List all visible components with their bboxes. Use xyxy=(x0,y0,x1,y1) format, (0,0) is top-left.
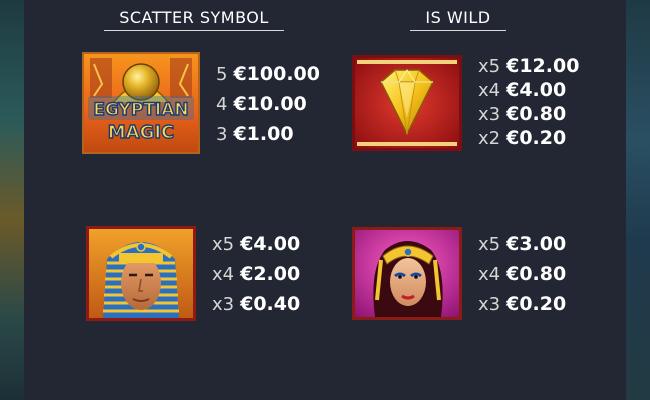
pay-amount: €4.00 xyxy=(240,233,301,255)
pay-amount: €10.00 xyxy=(233,93,307,115)
pay-count: x3 xyxy=(478,294,501,315)
pay-row: x2 €0.20 xyxy=(478,126,579,150)
pharaoh-paytable: x5 €4.00 x4 €2.00 x3 €0.40 xyxy=(212,229,300,319)
pay-row: x5 €4.00 xyxy=(212,229,300,259)
pay-row: x5 €3.00 xyxy=(478,229,566,259)
pay-count: x5 xyxy=(478,234,501,255)
paytable-panel: SCATTER SYMBOL IS WILD EGYPTIAN MAGIC 5 … xyxy=(24,0,626,400)
is-wild-heading: IS WILD xyxy=(410,8,506,31)
game-background-right xyxy=(626,0,650,400)
pay-count: x4 xyxy=(478,264,501,285)
pay-count: 3 xyxy=(216,124,228,145)
pay-count: x5 xyxy=(212,234,235,255)
egyptian-queen-icon xyxy=(352,227,462,320)
pay-amount: €0.20 xyxy=(506,293,567,315)
pay-count: 5 xyxy=(216,64,228,85)
pay-count: x3 xyxy=(478,104,501,125)
pay-row: x4 €4.00 xyxy=(478,78,579,102)
pay-row: 4 €10.00 xyxy=(216,89,320,119)
wild-paytable: x5 €12.00 x4 €4.00 x3 €0.80 x2 €0.20 xyxy=(478,54,579,150)
pay-count: x5 xyxy=(478,56,501,77)
pay-row: x3 €0.80 xyxy=(478,102,579,126)
pay-amount: €0.20 xyxy=(506,127,567,149)
pay-count: x4 xyxy=(212,264,235,285)
pay-row: 5 €100.00 xyxy=(216,59,320,89)
pay-row: 3 €1.00 xyxy=(216,119,320,149)
pay-amount: €12.00 xyxy=(506,55,580,77)
pay-amount: €4.00 xyxy=(506,79,567,101)
pay-count: x4 xyxy=(478,80,501,101)
yellow-diamond-wild-icon xyxy=(352,55,462,151)
pharaoh-icon xyxy=(86,226,196,321)
svg-text:MAGIC: MAGIC xyxy=(108,122,175,143)
pay-row: x4 €2.00 xyxy=(212,259,300,289)
pay-amount: €1.00 xyxy=(233,123,294,145)
pay-row: x3 €0.40 xyxy=(212,289,300,319)
pay-row: x3 €0.20 xyxy=(478,289,566,319)
scatter-paytable: 5 €100.00 4 €10.00 3 €1.00 xyxy=(216,59,320,149)
svg-text:EGYPTIAN: EGYPTIAN xyxy=(93,100,188,120)
pay-amount: €3.00 xyxy=(506,233,567,255)
pay-count: 4 xyxy=(216,94,228,115)
pay-row: x4 €0.80 xyxy=(478,259,566,289)
game-background-left xyxy=(0,0,24,400)
pay-count: x2 xyxy=(478,128,501,149)
egyptian-magic-scatter-icon: EGYPTIAN MAGIC xyxy=(82,52,200,154)
pay-amount: €0.80 xyxy=(506,103,567,125)
pay-amount: €100.00 xyxy=(233,63,320,85)
pay-amount: €0.40 xyxy=(240,293,301,315)
scatter-symbol-heading: SCATTER SYMBOL xyxy=(104,8,284,31)
pay-amount: €2.00 xyxy=(240,263,301,285)
pay-amount: €0.80 xyxy=(506,263,567,285)
pay-row: x5 €12.00 xyxy=(478,54,579,78)
queen-paytable: x5 €3.00 x4 €0.80 x3 €0.20 xyxy=(478,229,566,319)
pay-count: x3 xyxy=(212,294,235,315)
